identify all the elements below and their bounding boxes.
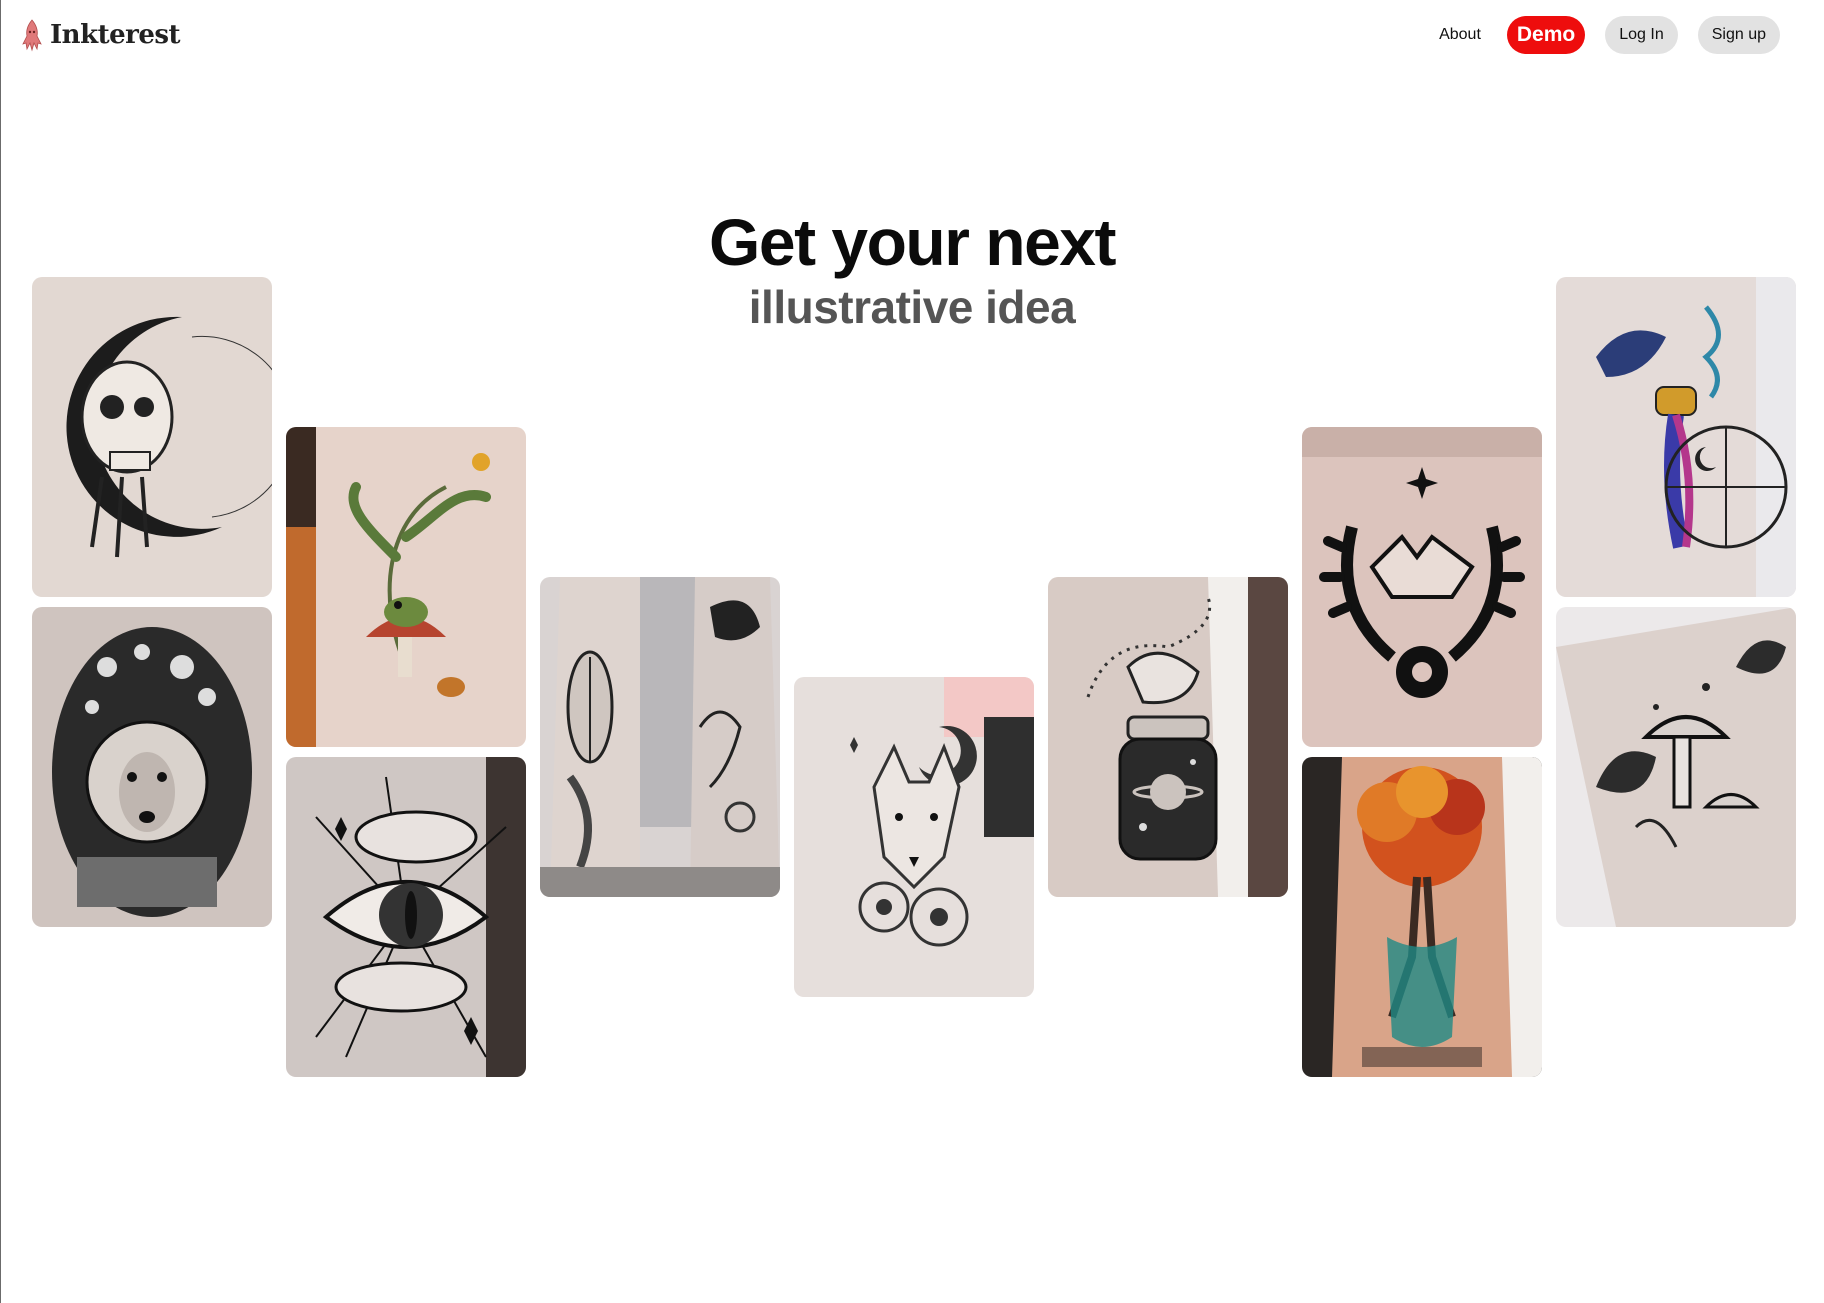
cicada-butterfly-tattoo-image bbox=[540, 577, 780, 897]
brand-logo[interactable]: Inkterest bbox=[18, 18, 181, 52]
window-edge bbox=[0, 0, 1, 1303]
pin-card-autumn-tree[interactable] bbox=[1302, 757, 1542, 1077]
pin-card-skull-moon[interactable] bbox=[32, 277, 272, 597]
galaxy-jar-tattoo-image bbox=[1048, 577, 1288, 897]
squid-logo-icon bbox=[22, 19, 42, 52]
autumn-tree-tattoo-image bbox=[1302, 757, 1542, 1077]
skeleton-pinky-promise-tattoo-image bbox=[1302, 427, 1542, 747]
pin-card-space-dog[interactable] bbox=[32, 607, 272, 927]
pin-card-wolf[interactable] bbox=[794, 677, 1034, 997]
pin-card-aquarius[interactable] bbox=[1556, 277, 1796, 597]
about-link[interactable]: About bbox=[1433, 16, 1487, 54]
pin-card-mushroom[interactable] bbox=[1556, 607, 1796, 927]
top-navigation: Inkterest About Demo Log In Sign up bbox=[0, 0, 1824, 72]
header-actions: About Demo Log In Sign up bbox=[1433, 16, 1780, 54]
pin-card-pinky-promise[interactable] bbox=[1302, 427, 1542, 747]
aquarius-woman-tattoo-image bbox=[1556, 277, 1796, 597]
hero-title: Get your next bbox=[709, 205, 1116, 279]
skull-moon-tattoo-image bbox=[32, 277, 272, 597]
brand-name: Inkterest bbox=[50, 20, 181, 50]
pin-card-cloud-eye[interactable] bbox=[286, 757, 526, 1077]
pin-card-cicada[interactable] bbox=[540, 577, 780, 897]
space-dog-tattoo-image bbox=[32, 607, 272, 927]
cloud-eye-tattoo-image bbox=[286, 757, 526, 1077]
demo-button[interactable]: Demo bbox=[1506, 16, 1586, 54]
wolf-floral-tattoo-image bbox=[794, 677, 1034, 997]
pin-card-galaxy-jar[interactable] bbox=[1048, 577, 1288, 897]
signup-button[interactable]: Sign up bbox=[1697, 16, 1780, 54]
frog-mushroom-fern-tattoo-image bbox=[286, 427, 526, 747]
mushroom-leaves-tattoo-image bbox=[1556, 607, 1796, 927]
login-button[interactable]: Log In bbox=[1605, 16, 1678, 54]
pin-card-frog-mushroom[interactable] bbox=[286, 427, 526, 747]
hero-subtitle: illustrative idea bbox=[748, 281, 1076, 333]
